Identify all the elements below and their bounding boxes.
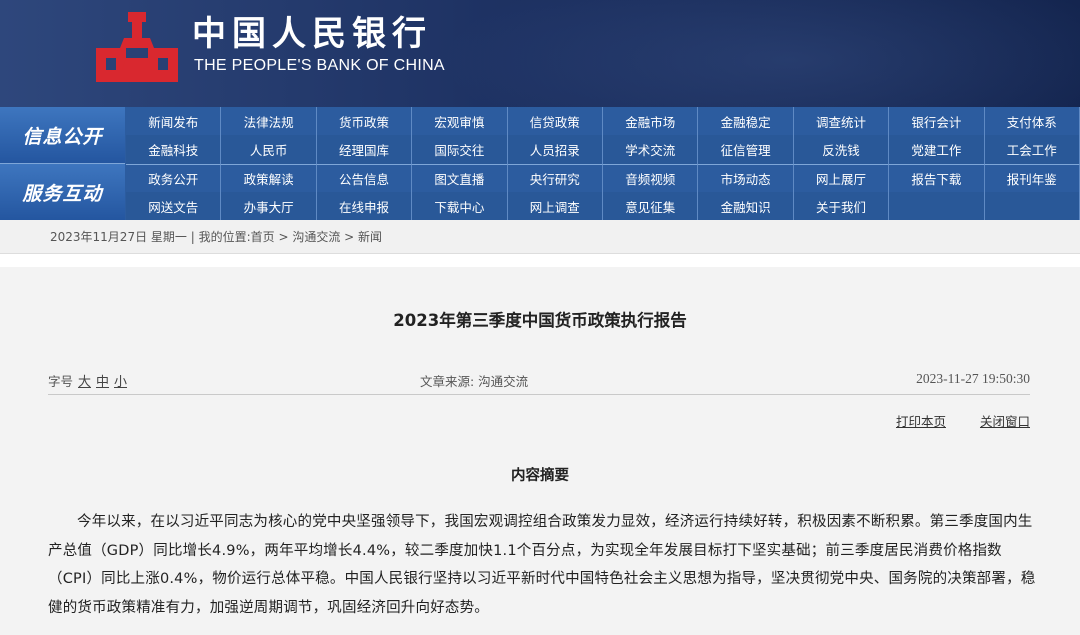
article-source: 文章来源: 沟通交流 — [420, 374, 529, 389]
nav-item[interactable]: 网上展厅 — [793, 164, 890, 192]
print-page-link[interactable]: 打印本页 — [896, 414, 946, 429]
breadcrumb-arrow: > — [274, 229, 293, 244]
nav-item[interactable]: 新闻发布 — [126, 107, 222, 135]
spacer — [0, 255, 1080, 267]
nav-item[interactable]: 党建工作 — [889, 135, 985, 164]
nav-item[interactable]: 学术交流 — [603, 135, 699, 164]
article-actions: 打印本页 关闭窗口 — [866, 411, 1030, 430]
nav-item[interactable]: 法律法规 — [221, 107, 317, 135]
nav-item[interactable]: 宏观审慎 — [412, 107, 508, 135]
nav-item[interactable]: 政务公开 — [126, 164, 222, 192]
nav-item-empty — [984, 192, 1080, 220]
pboc-logo-icon[interactable] — [94, 12, 180, 84]
font-size-medium-button[interactable]: 中 — [96, 375, 109, 390]
nav-item[interactable]: 工会工作 — [984, 135, 1080, 164]
bank-name-en: THE PEOPLE'S BANK OF CHINA — [194, 57, 445, 74]
nav-item[interactable]: 意见征集 — [603, 192, 699, 220]
nav-item[interactable]: 国际交往 — [412, 135, 508, 164]
nav-side-service-interaction[interactable]: 服务互动 — [0, 164, 125, 220]
breadcrumb-home-link[interactable]: 首页 — [251, 228, 275, 245]
close-window-link[interactable]: 关闭窗口 — [980, 414, 1030, 429]
nav-item-empty — [889, 192, 985, 220]
nav-item[interactable]: 货币政策 — [316, 107, 413, 135]
breadcrumb-sep: | — [186, 229, 199, 244]
article-title: 2023年第三季度中国货币政策执行报告 — [393, 311, 687, 330]
nav-item[interactable]: 网送文告 — [126, 192, 222, 220]
nav-item[interactable]: 办事大厅 — [221, 192, 317, 220]
breadcrumb-section-link[interactable]: 沟通交流 — [292, 228, 340, 245]
divider — [48, 394, 1030, 395]
breadcrumb-current-link[interactable]: 新闻 — [358, 228, 382, 245]
section-heading: 内容摘要 — [511, 468, 569, 484]
nav-item[interactable]: 网上调查 — [507, 192, 603, 220]
article-datetime: 2023-11-27 19:50:30 — [916, 371, 1030, 386]
header-decoration — [440, 0, 1080, 107]
font-size-label: 字号 — [48, 374, 74, 389]
nav-item[interactable]: 征信管理 — [698, 135, 794, 164]
nav-item[interactable]: 信贷政策 — [507, 107, 603, 135]
nav-item[interactable]: 政策解读 — [221, 164, 317, 192]
nav-item[interactable]: 反洗钱 — [793, 135, 890, 164]
nav-item[interactable]: 银行会计 — [889, 107, 985, 135]
site-header: 中国人民银行 THE PEOPLE'S BANK OF CHINA — [0, 0, 1080, 107]
nav-item[interactable]: 金融知识 — [698, 192, 794, 220]
nav-item[interactable]: 下载中心 — [412, 192, 508, 220]
nav-item[interactable]: 公告信息 — [316, 164, 413, 192]
font-size-large-button[interactable]: 大 — [78, 375, 91, 390]
nav-item[interactable]: 关于我们 — [793, 192, 890, 220]
nav-item[interactable]: 经理国库 — [316, 135, 413, 164]
main-nav: 信息公开 服务互动 新闻发布 法律法规 货币政策 宏观审慎 信贷政策 金融市场 … — [0, 107, 1080, 220]
nav-item[interactable]: 金融科技 — [126, 135, 222, 164]
nav-item[interactable]: 市场动态 — [698, 164, 794, 192]
breadcrumb: 2023年11月27日 星期一 | 我的位置: 首页 > 沟通交流 > 新闻 — [0, 220, 1080, 254]
breadcrumb-prefix: 我的位置: — [198, 230, 251, 244]
nav-item[interactable]: 音频视频 — [603, 164, 699, 192]
article-paragraph: 今年以来，在以习近平同志为核心的党中央坚强领导下，我国宏观调控组合政策发力显效，… — [48, 514, 1036, 616]
nav-item[interactable]: 金融市场 — [603, 107, 699, 135]
nav-item[interactable]: 支付体系 — [984, 107, 1080, 135]
nav-item[interactable]: 在线申报 — [316, 192, 413, 220]
bank-name-cn: 中国人民银行 — [192, 14, 432, 54]
nav-item[interactable]: 报告下载 — [889, 164, 985, 192]
nav-item[interactable]: 金融稳定 — [698, 107, 794, 135]
font-size-small-button[interactable]: 小 — [114, 375, 127, 390]
article: 2023年第三季度中国货币政策执行报告 字号 大 中 小 文章来源: 沟通交流 … — [0, 267, 1080, 635]
nav-item[interactable]: 人员招录 — [507, 135, 603, 164]
nav-item[interactable]: 报刊年鉴 — [984, 164, 1080, 192]
font-size-control: 字号 大 中 小 — [48, 371, 127, 390]
nav-item[interactable]: 人民币 — [221, 135, 317, 164]
nav-grid: 新闻发布 法律法规 货币政策 宏观审慎 信贷政策 金融市场 金融稳定 调查统计 … — [126, 107, 1080, 220]
nav-item[interactable]: 央行研究 — [507, 164, 603, 192]
nav-item[interactable]: 调查统计 — [793, 107, 890, 135]
breadcrumb-date: 2023年11月27日 星期一 — [50, 230, 187, 244]
nav-item[interactable]: 图文直播 — [412, 164, 508, 192]
nav-side-info-public[interactable]: 信息公开 — [0, 107, 125, 164]
breadcrumb-arrow: > — [340, 229, 359, 244]
